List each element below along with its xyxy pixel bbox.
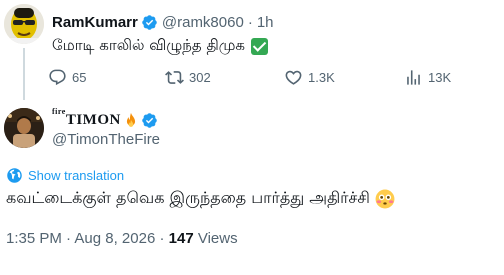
like-button[interactable]: 1.3K: [284, 66, 335, 88]
tweet-time[interactable]: 1:35 PM: [6, 230, 62, 247]
thread-line: [23, 48, 25, 100]
show-translation-link[interactable]: Show translation: [6, 167, 124, 184]
separator-dot: ·: [155, 230, 169, 247]
heart-icon: [285, 70, 302, 85]
tweet-text-content: மோடி காலில் விழுந்த திமுக: [52, 36, 245, 54]
views-chart-icon: [407, 69, 420, 85]
display-name-prefix: fire: [52, 107, 66, 116]
main-tweet: fireTIMON @TimonTheFire Show translation…: [0, 100, 504, 275]
tweet-actions: 65 302 1.3K 13K: [48, 66, 452, 88]
tweet-text-content: கவட்டைக்குள் தவெக இருந்ததை பார்த்து அதிர…: [6, 188, 370, 207]
avatar[interactable]: [4, 108, 44, 148]
tweet-text: கவட்டைக்குள் தவெக இருந்ததை பார்த்து அதிர…: [6, 188, 395, 209]
handle[interactable]: @ramk8060: [162, 14, 244, 31]
tweet-header: RamKumarr @ramk8060 · 1h: [52, 11, 274, 33]
flushed-face-emoji-icon: [375, 189, 395, 208]
separator-dot: ·: [61, 230, 75, 247]
tweet-header: fireTIMON: [52, 107, 158, 130]
fire-emoji-icon: [126, 112, 135, 127]
verified-badge-icon[interactable]: [141, 14, 158, 31]
reply-count: 65: [72, 69, 87, 85]
check-mark-emoji-icon: [251, 37, 268, 55]
repost-button[interactable]: 302: [165, 66, 211, 88]
tweet-text: மோடி காலில் விழுந்த திமுக: [52, 36, 268, 56]
reply-button[interactable]: 65: [48, 66, 86, 88]
views-button[interactable]: 13K: [404, 66, 451, 88]
views-count: 147: [168, 230, 194, 247]
display-name-text: TIMON: [65, 112, 121, 128]
tweet-meta: 1:35 PM · Aug 8, 2026 · 147 Views: [6, 230, 238, 247]
views-label: Views: [193, 230, 238, 247]
like-count: 1.3K: [308, 69, 335, 85]
parent-tweet[interactable]: RamKumarr @ramk8060 · 1h மோடி காலில் விழ…: [0, 0, 504, 100]
handle[interactable]: @TimonTheFire: [52, 131, 160, 148]
display-name[interactable]: RamKumarr: [52, 14, 138, 31]
avatar-image: [4, 108, 44, 148]
avatar-image: [4, 4, 44, 44]
repost-icon: [165, 70, 184, 84]
reply-icon: [49, 69, 66, 85]
verified-badge-icon[interactable]: [141, 112, 158, 129]
tweet-date[interactable]: Aug 8, 2026: [74, 230, 155, 247]
separator-dot: ·: [247, 13, 253, 31]
timestamp[interactable]: 1h: [257, 14, 274, 31]
globe-icon: [7, 168, 22, 183]
avatar[interactable]: [4, 4, 44, 44]
views-count: 13K: [428, 69, 452, 85]
display-name[interactable]: fireTIMON: [52, 107, 121, 129]
repost-count: 302: [189, 69, 211, 85]
show-translation-label: Show translation: [28, 168, 125, 183]
